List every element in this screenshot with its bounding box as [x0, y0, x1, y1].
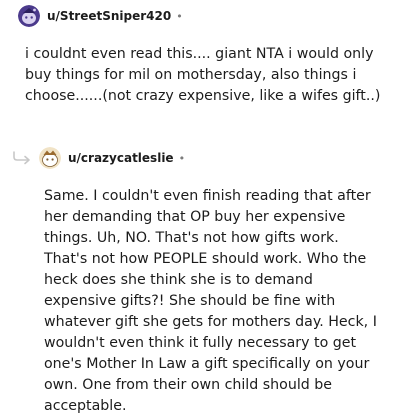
meta-separator: •: [176, 9, 183, 23]
user-avatar-icon[interactable]: [18, 5, 40, 27]
comment-text: i couldnt even read this.... giant NTA i…: [25, 46, 381, 104]
username-link[interactable]: u/crazycatleslie: [68, 151, 174, 165]
username-link[interactable]: u/StreetSniper420: [47, 9, 171, 23]
user-avatar-icon[interactable]: [39, 147, 61, 169]
comment-header: u/StreetSniper420 •: [18, 4, 400, 28]
comment-streetsniper420: u/StreetSniper420 • i couldnt even read …: [0, 4, 400, 107]
comment-crazycatleslie: u/crazycatleslie • Same. I couldn't even…: [0, 146, 400, 417]
meta-separator: •: [178, 151, 186, 165]
comment-header: u/crazycatleslie •: [39, 146, 400, 170]
comment-text: Same. I couldn't even finish reading tha…: [44, 188, 377, 414]
reply-arrow-icon: [12, 150, 32, 165]
